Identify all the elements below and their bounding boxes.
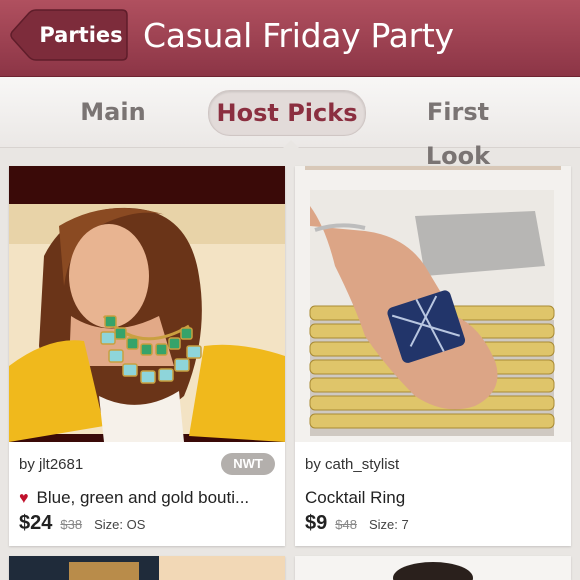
tab-pointer xyxy=(282,140,300,149)
tab-bar: Main Host Picks First Look xyxy=(0,77,580,170)
necklace-photo xyxy=(9,166,285,442)
listing-card-partial[interactable] xyxy=(9,556,285,580)
ring-photo xyxy=(295,166,571,442)
listing-size: Size: OS xyxy=(94,517,146,532)
listing-photo-necklace[interactable] xyxy=(9,166,285,442)
listing-seller[interactable]: by jlt2681 xyxy=(19,456,83,473)
price-row: $9 $48 Size: 7 xyxy=(305,510,409,536)
listing-size: Size: 7 xyxy=(368,517,409,532)
app-header: Parties Casual Friday Party xyxy=(0,0,580,77)
lips-icon: ♥ xyxy=(19,490,29,507)
back-button-label: Parties xyxy=(39,23,123,47)
tab-host-picks[interactable]: Host Picks xyxy=(208,90,366,136)
listing-title[interactable]: Cocktail Ring xyxy=(305,488,570,508)
listing-price: $9 xyxy=(305,512,328,534)
price-row: $24 $38 Size: OS xyxy=(19,510,145,536)
listing-card-partial[interactable] xyxy=(295,556,571,580)
tab-first-look[interactable]: First Look xyxy=(392,90,524,170)
parties-back-button[interactable]: Parties xyxy=(10,9,128,61)
listing-price: $24 xyxy=(19,512,53,534)
tab-main[interactable]: Main xyxy=(68,90,158,134)
listing-photo-ring[interactable] xyxy=(295,166,571,442)
listing-title[interactable]: ♥ Blue, green and gold bouti... xyxy=(19,488,284,508)
page-title: Casual Friday Party xyxy=(143,16,454,55)
listing-title-text: Blue, green and gold bouti... xyxy=(36,488,250,507)
original-price: $38 xyxy=(60,517,83,532)
listing-photo-partial xyxy=(9,556,285,580)
listing-photo-partial xyxy=(295,556,571,580)
listing-card[interactable]: by cath_stylist Cocktail Ring $9 $48 Size:… xyxy=(295,166,571,546)
listing-card[interactable]: by jlt2681 NWT ♥ Blue, green and gold bou… xyxy=(9,166,285,546)
original-price: $48 xyxy=(335,517,357,532)
condition-badge: NWT xyxy=(221,453,275,475)
listing-seller[interactable]: by cath_stylist xyxy=(305,456,399,473)
